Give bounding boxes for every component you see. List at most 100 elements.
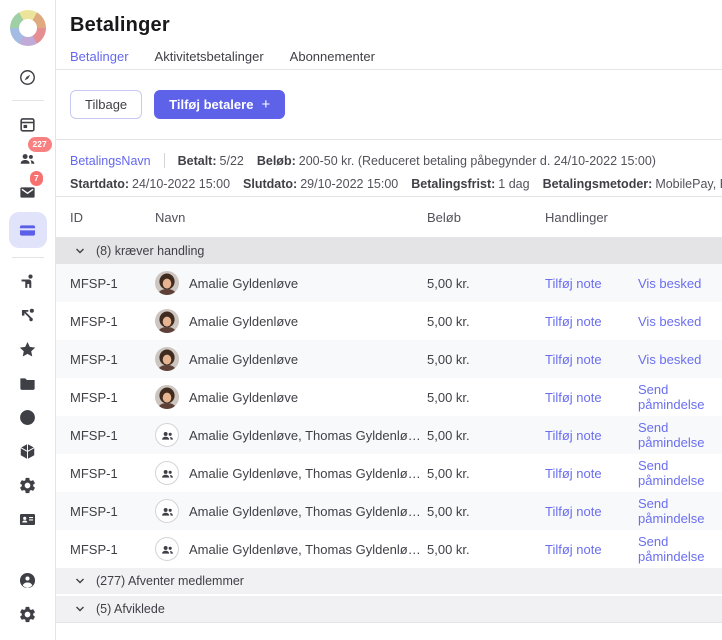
members-badge: 227 xyxy=(28,137,52,152)
row-id: MFSP-1 xyxy=(70,428,155,443)
collapsed-groups: (277) Afventer medlemmer (5) Afviklede xyxy=(56,568,722,623)
sidebar: 227 7 xyxy=(0,0,56,640)
sidebar-item-automation[interactable] xyxy=(10,471,46,499)
member-name: Amalie Gyldenløve, Thomas Gyldenløve, Lu… xyxy=(189,428,427,443)
row-id: MFSP-1 xyxy=(70,504,155,519)
table-header: ID Navn Beløb Handlinger xyxy=(56,197,722,237)
payment-summary: BetalingsNavn Betalt:5/22 Beløb:200-50 k… xyxy=(56,140,722,197)
package-icon xyxy=(18,442,37,461)
tab-aktivitetsbetalinger[interactable]: Aktivitetsbetalinger xyxy=(155,49,264,72)
group-header-completed[interactable]: (5) Afviklede xyxy=(56,596,722,622)
back-button[interactable]: Tilbage xyxy=(70,90,142,119)
sidebar-item-products[interactable] xyxy=(10,437,46,465)
sidebar-divider xyxy=(12,100,44,101)
row-amount: 5,00 kr. xyxy=(427,352,545,367)
member-avatar xyxy=(155,347,179,371)
inbox-badge: 7 xyxy=(30,171,44,186)
payment-deadline: Betalingsfrist:1 dag xyxy=(411,177,529,191)
table-row[interactable]: MFSP-1 Amalie Gyldenløve, Thomas Gyldenl… xyxy=(56,530,722,568)
sidebar-item-volunteer[interactable] xyxy=(10,267,46,295)
table-row[interactable]: MFSP-1 Amalie Gyldenløve, Thomas Gyldenl… xyxy=(56,454,722,492)
member-name: Amalie Gyldenløve xyxy=(189,314,298,329)
globe-icon xyxy=(18,408,37,427)
sidebar-item-favorites[interactable] xyxy=(10,335,46,363)
add-note-link[interactable]: Tilføj note xyxy=(545,390,602,405)
add-note-link[interactable]: Tilføj note xyxy=(545,428,602,443)
tab-abonnementer[interactable]: Abonnementer xyxy=(290,49,375,72)
settings-gear-icon xyxy=(18,605,37,624)
row-action-link[interactable]: Send påmindelse xyxy=(638,534,705,564)
group-label: (5) Afviklede xyxy=(96,602,165,616)
member-avatar xyxy=(155,271,179,295)
group-header-requires-action[interactable]: (8) kræver handling xyxy=(56,237,722,264)
table-row[interactable]: MFSP-1 Amalie Gyldenløve 5,00 kr. Tilføj… xyxy=(56,378,722,416)
sidebar-item-account[interactable] xyxy=(10,566,46,594)
sidebar-item-settings[interactable] xyxy=(10,600,46,628)
row-amount: 5,00 kr. xyxy=(427,428,545,443)
table-row[interactable]: MFSP-1 Amalie Gyldenløve 5,00 kr. Tilføj… xyxy=(56,340,722,378)
club-logo[interactable] xyxy=(10,10,46,46)
page-title: Betalinger xyxy=(70,14,708,37)
column-header-id: ID xyxy=(70,210,155,225)
sidebar-item-files[interactable] xyxy=(10,369,46,397)
paid-count: Betalt:5/22 xyxy=(178,154,244,168)
row-id: MFSP-1 xyxy=(70,276,155,291)
sidebar-item-structure[interactable] xyxy=(10,301,46,329)
sidebar-item-inbox[interactable]: 7 xyxy=(10,178,46,206)
table-row[interactable]: MFSP-1 Amalie Gyldenløve 5,00 kr. Tilføj… xyxy=(56,264,722,302)
group-avatar-icon xyxy=(155,423,179,447)
add-note-link[interactable]: Tilføj note xyxy=(545,314,602,329)
account-circle-icon xyxy=(18,571,37,590)
sidebar-item-website[interactable] xyxy=(10,403,46,431)
payment-methods: Betalingsmetoder:MobilePay, Ekstern beta… xyxy=(543,177,722,191)
dashboard-icon xyxy=(18,68,37,87)
add-note-link[interactable]: Tilføj note xyxy=(545,542,602,557)
row-id: MFSP-1 xyxy=(70,542,155,557)
row-action-link[interactable]: Send påmindelse xyxy=(638,496,705,526)
chevron-down-icon xyxy=(75,604,85,614)
vertical-divider xyxy=(164,153,165,168)
member-name: Amalie Gyldenløve, Thomas Gyldenløve, Lu… xyxy=(189,504,427,519)
add-note-link[interactable]: Tilføj note xyxy=(545,352,602,367)
sidebar-item-dashboard[interactable] xyxy=(10,63,46,91)
main-content: Betalinger Betalinger Aktivitetsbetaling… xyxy=(56,0,722,640)
row-action-link[interactable]: Send påmindelse xyxy=(638,420,705,450)
row-action-link[interactable]: Vis besked xyxy=(638,314,701,329)
sidebar-item-contacts[interactable] xyxy=(10,505,46,533)
add-note-link[interactable]: Tilføj note xyxy=(545,276,602,291)
member-name: Amalie Gyldenløve xyxy=(189,352,298,367)
group-header-awaiting-members[interactable]: (277) Afventer medlemmer xyxy=(56,568,722,594)
plus-icon: + xyxy=(261,96,270,113)
app-window: 227 7 xyxy=(0,0,722,640)
person-giving-icon xyxy=(18,272,37,291)
sidebar-item-members[interactable]: 227 xyxy=(10,144,46,172)
row-amount: 5,00 kr. xyxy=(427,276,545,291)
add-note-link[interactable]: Tilføj note xyxy=(545,466,602,481)
table-row[interactable]: MFSP-1 Amalie Gyldenløve 5,00 kr. Tilføj… xyxy=(56,302,722,340)
folder-icon xyxy=(18,374,37,393)
sidebar-item-calendar[interactable] xyxy=(10,110,46,138)
member-avatar xyxy=(155,309,179,333)
table-row[interactable]: MFSP-1 Amalie Gyldenløve, Thomas Gyldenl… xyxy=(56,416,722,454)
row-action-link[interactable]: Vis besked xyxy=(638,352,701,367)
group-label: (8) kræver handling xyxy=(96,244,204,258)
end-date: Slutdato:29/10-2022 15:00 xyxy=(243,177,398,191)
column-header-actions: Handlinger xyxy=(545,210,708,225)
sidebar-divider xyxy=(12,257,44,258)
row-action-link[interactable]: Send påmindelse xyxy=(638,458,705,488)
star-icon xyxy=(18,340,37,359)
payment-name-link[interactable]: BetalingsNavn xyxy=(70,154,151,168)
add-payers-button[interactable]: Tilføj betalere + xyxy=(154,90,285,119)
tab-betalinger[interactable]: Betalinger xyxy=(70,49,129,72)
sidebar-item-payments[interactable] xyxy=(9,212,47,248)
add-note-link[interactable]: Tilføj note xyxy=(545,504,602,519)
payment-summary-line1: BetalingsNavn Betalt:5/22 Beløb:200-50 k… xyxy=(70,149,708,172)
column-header-name: Navn xyxy=(155,210,427,225)
member-name: Amalie Gyldenløve xyxy=(189,276,298,291)
row-action-link[interactable]: Send påmindelse xyxy=(638,382,705,412)
table-row[interactable]: MFSP-1 Amalie Gyldenløve, Thomas Gyldenl… xyxy=(56,492,722,530)
row-action-link[interactable]: Vis besked xyxy=(638,276,701,291)
group-label: (277) Afventer medlemmer xyxy=(96,574,244,588)
table-body: MFSP-1 Amalie Gyldenløve 5,00 kr. Tilføj… xyxy=(56,264,722,568)
member-name: Amalie Gyldenløve, Thomas Gyldenløve, Lu… xyxy=(189,542,427,557)
